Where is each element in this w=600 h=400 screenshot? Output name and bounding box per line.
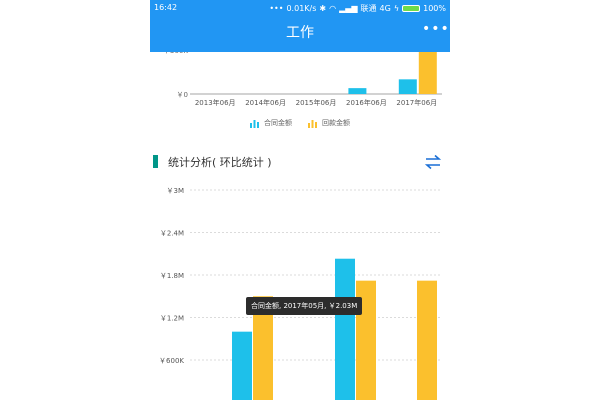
bar bbox=[398, 79, 417, 94]
bar-chart-icon bbox=[250, 119, 259, 128]
legend-label: 回款金额 bbox=[322, 119, 350, 127]
y-tick-label: ￥0 bbox=[177, 91, 188, 99]
signal-icon: ▂▄▆ bbox=[339, 4, 358, 13]
charging-icon: ϟ bbox=[393, 4, 400, 13]
ratio-bar-chart: ￥600K ￥1.2M ￥1.8M ￥2.4M ￥3M bbox=[159, 187, 442, 400]
battery-icon bbox=[402, 5, 421, 12]
page-title: 工作 bbox=[286, 25, 314, 41]
x-tick-label: 2017年06月 bbox=[396, 98, 437, 107]
y-tick-label: ￥1.8M bbox=[160, 272, 184, 280]
y-tick-label: ￥1.2M bbox=[160, 315, 184, 323]
section-header: 统计分析( 环比统计 ) bbox=[150, 152, 450, 172]
wifi-icon: ◠ bbox=[329, 4, 337, 13]
status-bar: 16:42 ••• 0.01K/s ✱ ◠ ▂▄▆ 联通 4G ϟ 100% bbox=[150, 0, 450, 16]
top-bar-chart: ￥0￥300K2013年06月2014年06月2015年06月2016年06月2… bbox=[163, 48, 442, 107]
bar bbox=[418, 50, 437, 94]
x-tick-label: 2013年06月 bbox=[195, 98, 236, 107]
x-tick-label: 2015年06月 bbox=[296, 98, 337, 107]
app-bar: 16:42 ••• 0.01K/s ✱ ◠ ▂▄▆ 联通 4G ϟ 100% 工… bbox=[150, 0, 450, 52]
x-tick-label: 2014年06月 bbox=[245, 98, 286, 107]
section-marker bbox=[153, 155, 158, 168]
section-title: 统计分析( 环比统计 ) bbox=[168, 156, 272, 169]
bar bbox=[348, 88, 367, 94]
x-tick-label: 2016年06月 bbox=[346, 98, 387, 107]
dots-icon: ••• bbox=[269, 4, 284, 13]
chart-tooltip: 合同金额, 2017年05月, ￥2.03M bbox=[246, 297, 363, 315]
more-icon[interactable]: ••• bbox=[422, 22, 449, 42]
bar bbox=[335, 258, 355, 400]
legend-item-contract[interactable]: 合同金额 bbox=[250, 118, 292, 128]
status-indicators: ••• 0.01K/s ✱ ◠ ▂▄▆ 联通 4G ϟ 100% bbox=[269, 3, 446, 14]
swap-icon[interactable] bbox=[424, 154, 442, 170]
bar-chart-icon bbox=[308, 119, 317, 128]
bar bbox=[417, 280, 437, 400]
legend-label: 合同金额 bbox=[264, 119, 292, 127]
y-tick-label: ￥3M bbox=[167, 187, 185, 195]
y-tick-label: ￥600K bbox=[159, 357, 184, 365]
carrier-name: 联通 bbox=[360, 4, 377, 13]
bluetooth-icon: ✱ bbox=[319, 4, 327, 13]
bar bbox=[232, 331, 252, 400]
network-type: 4G bbox=[379, 4, 391, 13]
network-speed: 0.01K/s bbox=[286, 4, 317, 13]
top-chart-legend: 合同金额 回款金额 bbox=[150, 118, 450, 128]
phone-screen: 16:42 ••• 0.01K/s ✱ ◠ ▂▄▆ 联通 4G ϟ 100% 工… bbox=[150, 0, 450, 400]
legend-item-payment[interactable]: 回款金额 bbox=[308, 118, 350, 128]
status-time: 16:42 bbox=[154, 3, 178, 12]
battery-level: 100% bbox=[423, 4, 446, 13]
y-tick-label: ￥2.4M bbox=[160, 230, 184, 238]
